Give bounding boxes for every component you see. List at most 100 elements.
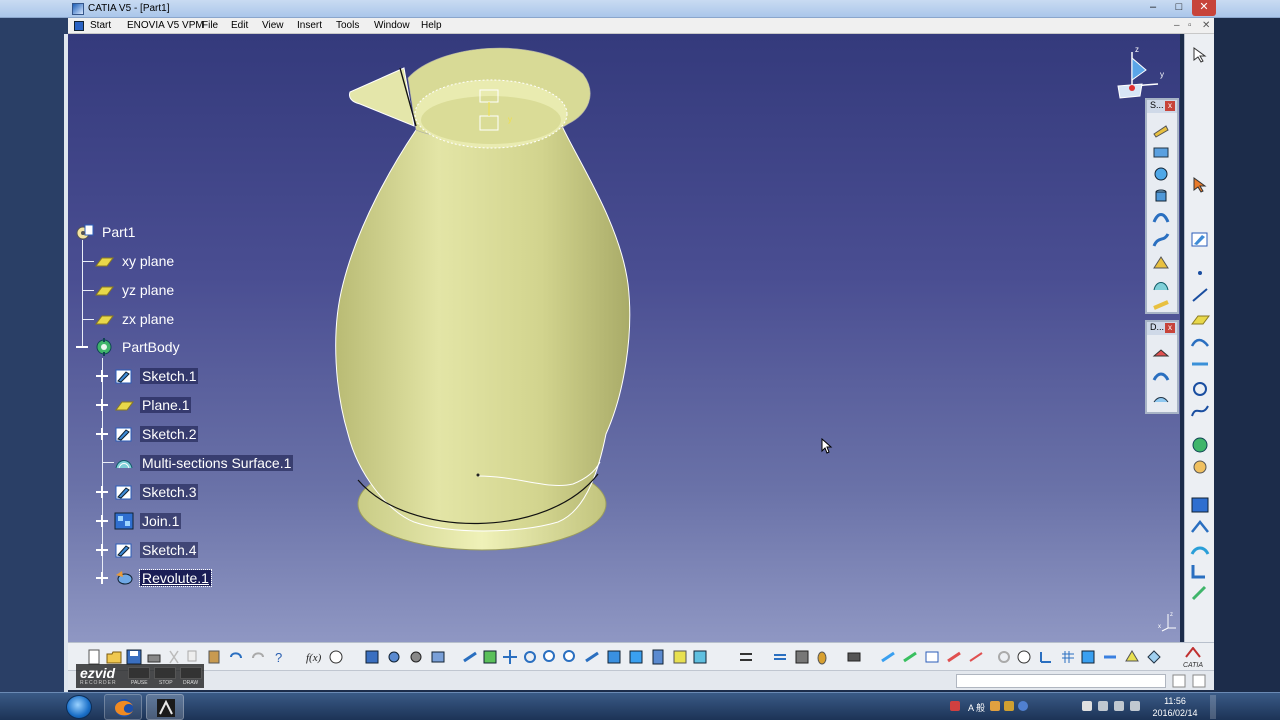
edit-icon[interactable] <box>968 649 984 665</box>
surfaces-toolbar-close-button[interactable]: x <box>1165 101 1175 111</box>
tree-label-plane1[interactable]: Plane.1 <box>140 397 192 413</box>
tree-node-partbody[interactable]: PartBody <box>94 337 182 357</box>
undo-icon[interactable] <box>228 649 244 665</box>
status-close-icon[interactable] <box>1192 674 1206 688</box>
split-icon[interactable] <box>1152 346 1170 363</box>
3d-viewport[interactable]: y Part1 xy plane yz plane zx plane PartB… <box>68 34 1180 642</box>
tree-node-join1[interactable]: Join.1 <box>114 511 182 531</box>
circle-icon[interactable] <box>1190 380 1210 398</box>
tree-node-plane1[interactable]: Plane.1 <box>114 395 192 415</box>
axis-system-icon[interactable] <box>1190 458 1210 476</box>
mdi-restore-button[interactable]: ▫ <box>1188 20 1192 31</box>
tree-label-sketch3[interactable]: Sketch.3 <box>140 484 199 500</box>
blend-icon[interactable] <box>1152 296 1170 313</box>
tree-node-yz-plane[interactable]: yz plane <box>94 280 176 300</box>
new-file-icon[interactable] <box>86 649 102 665</box>
close-button[interactable]: ✕ <box>1192 0 1216 16</box>
zoom-out-view-icon[interactable] <box>562 649 578 665</box>
intersection-icon[interactable] <box>1190 356 1210 374</box>
command-input[interactable] <box>956 674 1166 688</box>
fill-icon[interactable] <box>1152 254 1170 271</box>
tray-pen-icon[interactable] <box>950 701 960 711</box>
copy-icon[interactable] <box>186 649 202 665</box>
tree-label-xy-plane[interactable]: xy plane <box>120 253 176 269</box>
tray-ime-icon[interactable] <box>990 701 1000 711</box>
select-icon[interactable] <box>1190 46 1210 64</box>
zoom-in-view-icon[interactable] <box>542 649 558 665</box>
sketch-view-icon[interactable] <box>924 649 940 665</box>
revolve-surface-icon[interactable] <box>1152 144 1170 161</box>
catalog-icon[interactable] <box>772 649 788 665</box>
analysis-icon[interactable] <box>1190 518 1210 536</box>
mdi-close-button[interactable]: ✕ <box>1202 20 1210 31</box>
tree-label-partbody[interactable]: PartBody <box>120 339 182 355</box>
ezvid-pause-button[interactable] <box>128 667 150 679</box>
tree-node-sketch3[interactable]: Sketch.3 <box>114 482 199 502</box>
render-icon[interactable] <box>1124 649 1140 665</box>
tree-label-zx-plane[interactable]: zx plane <box>120 311 176 327</box>
point-icon[interactable] <box>1190 264 1210 282</box>
tree-node-sketch2[interactable]: Sketch.2 <box>114 424 199 444</box>
fit-window-icon[interactable] <box>482 649 498 665</box>
snap-icon[interactable] <box>1102 649 1118 665</box>
knowledge-icon[interactable] <box>328 649 344 665</box>
shading-icon[interactable] <box>650 649 666 665</box>
refresh-icon[interactable] <box>996 649 1012 665</box>
tree-label-sketch4[interactable]: Sketch.4 <box>140 542 199 558</box>
expand-sketch1-icon[interactable] <box>96 370 108 382</box>
redo-icon[interactable] <box>250 649 266 665</box>
pan-arrows-icon[interactable] <box>502 649 518 665</box>
tree-label-sketch1[interactable]: Sketch.1 <box>140 368 199 384</box>
sketcher-icon[interactable] <box>1190 230 1210 248</box>
projection-icon[interactable] <box>1190 334 1210 352</box>
pan-icon[interactable] <box>386 649 402 665</box>
surfaces-floating-toolbar[interactable]: S... x <box>1145 98 1179 314</box>
transform-icon[interactable] <box>1190 584 1210 602</box>
rotate-view-icon[interactable] <box>522 649 538 665</box>
menu-window[interactable]: Window <box>374 20 410 31</box>
mass-icon[interactable] <box>814 649 830 665</box>
collapse-partbody-icon[interactable] <box>76 341 88 353</box>
expand-sketch3-icon[interactable] <box>96 486 108 498</box>
tree-node-multi-sections-surface1[interactable]: Multi-sections Surface.1 <box>114 453 294 473</box>
menu-view[interactable]: View <box>262 20 284 31</box>
tray-volume-icon[interactable] <box>1130 701 1140 711</box>
taskbar-firefox-button[interactable] <box>104 694 142 720</box>
pointer-arrow-icon[interactable] <box>1190 176 1210 194</box>
work-on-support-icon[interactable] <box>1080 649 1096 665</box>
measure-icon[interactable] <box>794 649 810 665</box>
formula-icon[interactable]: f(x) <box>306 649 322 665</box>
web-icon[interactable] <box>1016 649 1032 665</box>
compass-widget[interactable]: z y <box>1112 44 1172 100</box>
repetitions-icon[interactable] <box>1190 496 1210 514</box>
rotate-icon[interactable] <box>408 649 424 665</box>
record-icon[interactable] <box>846 649 862 665</box>
tree-label-join1[interactable]: Join.1 <box>140 513 182 529</box>
paste-icon[interactable] <box>206 649 222 665</box>
trim-icon[interactable] <box>1152 368 1170 385</box>
menu-edit[interactable]: Edit <box>231 20 248 31</box>
save-icon[interactable] <box>126 649 142 665</box>
fly-mode-icon[interactable] <box>462 649 478 665</box>
expand-revolute1-icon[interactable] <box>96 572 108 584</box>
draft-toolbar-close-button[interactable]: x <box>1165 323 1175 333</box>
sweep-icon[interactable] <box>1152 232 1170 249</box>
menu-insert[interactable]: Insert <box>297 20 322 31</box>
tree-node-part1[interactable]: Part1 <box>74 222 137 242</box>
tray-help-icon[interactable] <box>1018 701 1028 711</box>
line-icon[interactable] <box>1190 286 1210 304</box>
print-icon[interactable] <box>146 649 162 665</box>
menu-enovia[interactable]: ENOVIA V5 VPM <box>127 20 204 31</box>
multi-view-icon[interactable] <box>606 649 622 665</box>
shape-fillet-icon[interactable] <box>1190 562 1210 580</box>
sphere-icon[interactable] <box>1152 166 1170 183</box>
tree-node-revolute1[interactable]: Revolute.1 <box>114 568 212 588</box>
menu-tools[interactable]: Tools <box>336 20 359 31</box>
taskbar-catia-button[interactable] <box>146 694 184 720</box>
plane-tool-icon[interactable] <box>1190 310 1210 328</box>
expand-plane1-icon[interactable] <box>96 399 108 411</box>
extrude-surface-icon[interactable] <box>1152 122 1170 139</box>
maximize-button[interactable]: □ <box>1166 0 1192 16</box>
tray-flag-icon[interactable] <box>1082 701 1092 711</box>
mdi-minimize-button[interactable]: – <box>1174 20 1180 31</box>
